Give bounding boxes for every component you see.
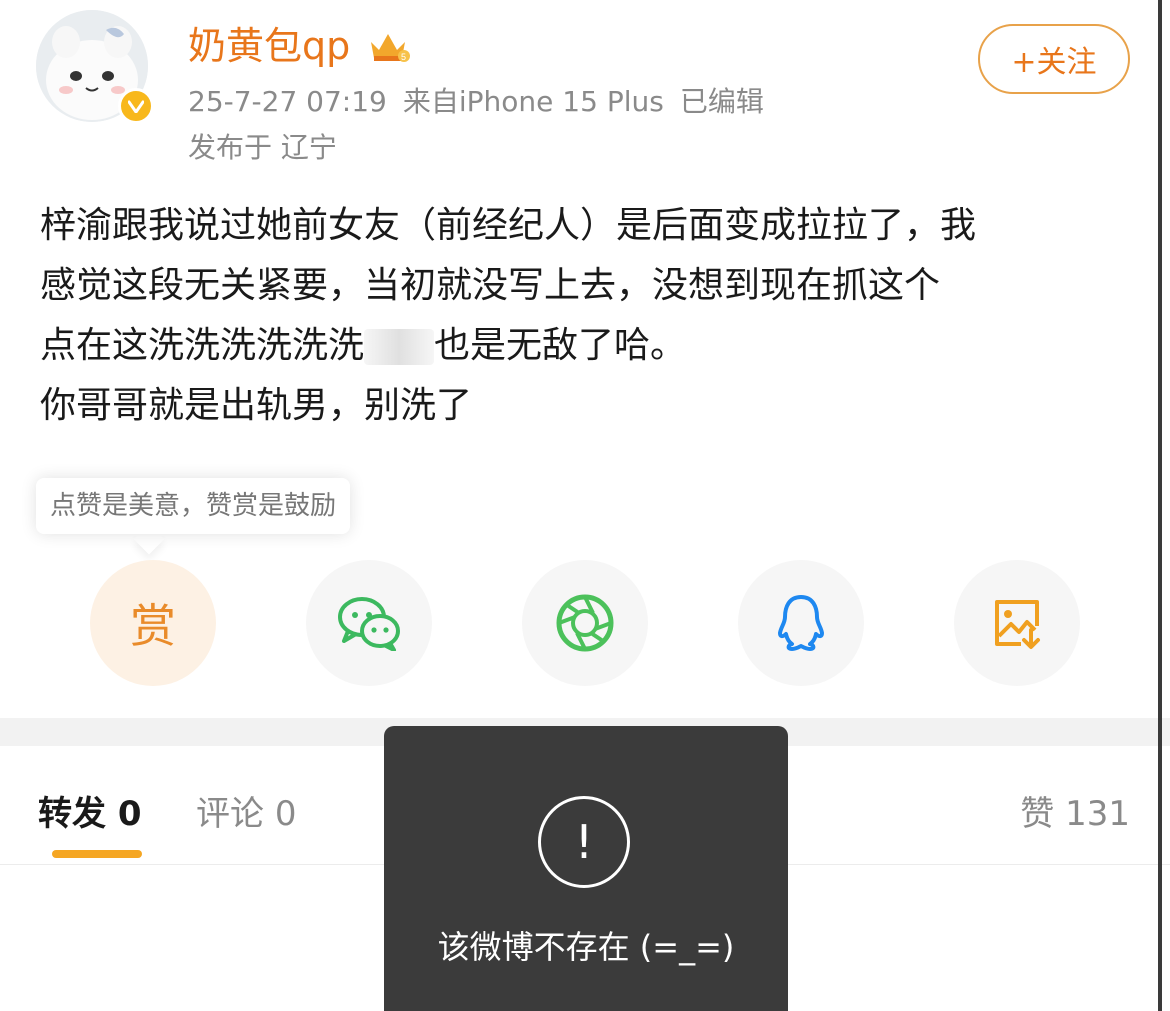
username[interactable]: 奶黄包qp [188, 22, 350, 70]
wechat-icon [338, 597, 400, 651]
redacted-text [364, 329, 435, 365]
share-moments-button[interactable] [522, 560, 648, 686]
edited-label: 已编辑 [679, 85, 764, 118]
tab-like[interactable]: 赞 131 [1020, 786, 1130, 835]
verified-badge-icon [118, 88, 154, 124]
share-qq-button[interactable] [738, 560, 864, 686]
post-meta: 25-7-27 07:19 来自iPhone 15 Plus 已编辑 [188, 84, 780, 120]
scrollbar-edge [1158, 0, 1162, 1011]
tab-comment-label: 评论 [196, 794, 264, 834]
save-image-button[interactable] [954, 560, 1080, 686]
follow-button[interactable]: +关注 [978, 24, 1130, 94]
repost-count: 0 [117, 794, 142, 834]
reward-label: 赏 [130, 599, 176, 653]
post-source: 来自iPhone 15 Plus [402, 85, 664, 118]
post-text-segment: 点在这洗洗洗洗洗洗 [40, 325, 365, 366]
error-toast: ! 该微博不存在 (=_=) [384, 726, 788, 1011]
reward-button[interactable]: 赏 [90, 560, 216, 686]
save-image-icon [995, 600, 1040, 649]
moments-icon [556, 594, 614, 652]
tab-repost-label: 转发 [38, 794, 106, 834]
crown-badge-icon[interactable]: 5 [368, 30, 410, 64]
post-text-segment: 也是无敌了哈。 [434, 325, 687, 366]
post-date: 25-7-27 07:19 [188, 85, 387, 118]
post-body: 梓渝跟我说过她前女友（前经纪人）是后面变成拉拉了，我 感觉这段无关紧要，当初就没… [40, 196, 1130, 436]
share-wechat-button[interactable] [306, 560, 432, 686]
post-text-line: 你哥哥就是出轨男，别洗了 [40, 385, 473, 426]
exclamation-icon: ! [538, 796, 630, 888]
reward-tip: 点赞是美意，赞赏是鼓励 [36, 478, 351, 534]
active-tab-indicator [52, 850, 142, 858]
post-text-line: 梓渝跟我说过她前女友（前经纪人）是后面变成拉拉了，我 [40, 205, 977, 246]
tab-repost[interactable]: 转发 0 [38, 786, 142, 835]
post-text-line: 感觉这段无关紧要，当初就没写上去，没想到现在抓这个 [40, 265, 941, 306]
toast-message: 该微博不存在 (=_=) [437, 928, 735, 966]
qq-icon [778, 595, 824, 651]
tab-comment[interactable]: 评论 0 [196, 786, 296, 835]
post-location: 发布于 辽宁 [188, 131, 337, 164]
tab-like-label: 赞 [1020, 794, 1055, 834]
comment-count: 0 [274, 794, 297, 834]
like-count: 131 [1065, 794, 1130, 834]
post-text-line: 点在这洗洗洗洗洗洗 也是无敌了哈。 [40, 316, 1130, 376]
svg-text:5: 5 [401, 52, 406, 62]
